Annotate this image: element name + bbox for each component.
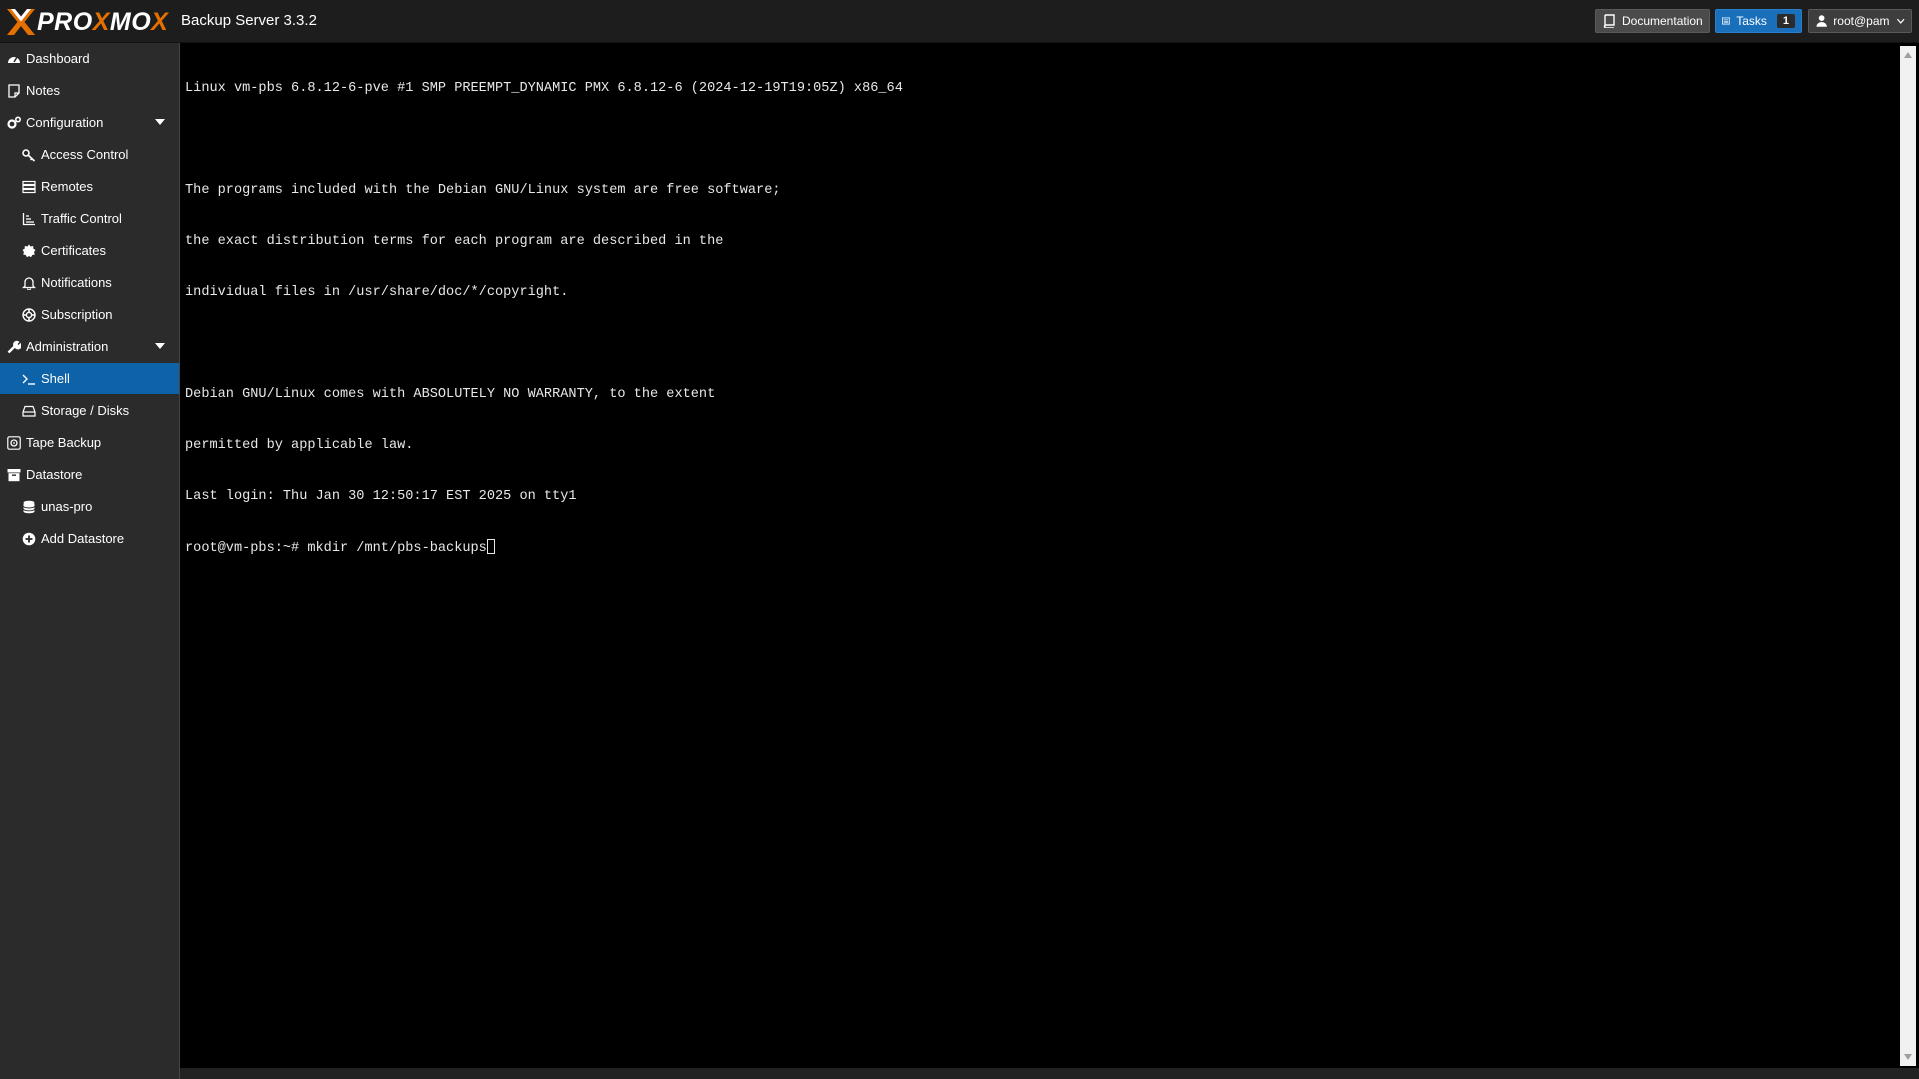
sidebar-item-configuration[interactable]: Configuration: [0, 107, 179, 138]
terminal-console[interactable]: Linux vm-pbs 6.8.12-6-pve #1 SMP PREEMPT…: [185, 46, 1895, 1066]
sidebar-item-label: Traffic Control: [41, 211, 122, 226]
sidebar-item-label: Dashboard: [26, 51, 90, 66]
sidebar-item-administration[interactable]: Administration: [0, 331, 179, 362]
bell-icon: [22, 276, 36, 290]
user-label: root@pam: [1833, 14, 1890, 28]
list-alt-icon: [1722, 17, 1731, 25]
terminal-scrollbar[interactable]: [1900, 46, 1916, 1066]
wrench-icon: [7, 340, 21, 353]
sidebar-item-label: Subscription: [41, 307, 113, 322]
archive-icon: [7, 468, 21, 481]
terminal-line: The programs included with the Debian GN…: [185, 183, 781, 198]
tape-icon: [7, 435, 21, 450]
logo-text-mo: MO: [109, 8, 152, 36]
sidebar-item-notifications[interactable]: Notifications: [0, 267, 179, 298]
sidebar-item-label: Datastore: [26, 467, 83, 482]
logo-text-x: X: [92, 8, 110, 36]
terminal-icon: [22, 374, 35, 385]
key-icon: [22, 148, 36, 162]
sidebar-item-storage-disks[interactable]: Storage / Disks: [0, 395, 179, 426]
terminal-cursor: [486, 539, 495, 554]
documentation-label: Documentation: [1622, 14, 1703, 28]
sidebar-item-access-control[interactable]: Access Control: [0, 139, 179, 170]
sidebar-item-add-datastore[interactable]: Add Datastore: [0, 523, 179, 554]
sidebar-item-label: Add Datastore: [41, 531, 125, 546]
terminal-line: Last login: Thu Jan 30 12:50:17 EST 2025…: [185, 489, 577, 504]
sidebar-item-label: Administration: [26, 339, 109, 354]
user-menu-button[interactable]: root@pam: [1808, 9, 1912, 33]
terminal-prompt-line[interactable]: root@vm-pbs:~# mkdir /mnt/pbs-backups: [185, 539, 1895, 556]
certificate-icon: [22, 244, 36, 257]
tasks-label: Tasks: [1736, 14, 1767, 28]
sidebar-item-traffic-control[interactable]: Traffic Control: [0, 203, 179, 234]
sidebar-item-label: Configuration: [26, 115, 104, 130]
sidebar-item-label: Notes: [26, 83, 60, 98]
sidebar-item-subscription[interactable]: Subscription: [0, 299, 179, 330]
logo-text-pro: PRO: [37, 8, 93, 36]
terminal-line: Linux vm-pbs 6.8.12-6-pve #1 SMP PREEMPT…: [185, 81, 903, 96]
scroll-up-arrow-icon[interactable]: [1903, 50, 1913, 60]
sidebar-item-notes[interactable]: Notes: [0, 75, 179, 106]
sidebar-item-label: Tape Backup: [26, 435, 102, 450]
support-icon: [22, 307, 36, 322]
tasks-count-badge: 1: [1776, 14, 1795, 28]
scroll-down-arrow-icon[interactable]: [1903, 1052, 1913, 1062]
terminal-line: permitted by applicable law.: [185, 438, 414, 453]
dashboard-icon: [8, 56, 20, 63]
proxmox-x-logo-icon: [7, 9, 35, 35]
book-icon: [1603, 14, 1615, 28]
sidebar-item-label: Certificates: [41, 243, 107, 258]
terminal-line: individual files in /usr/share/doc/*/cop…: [185, 285, 569, 300]
sidebar-item-label: Shell: [41, 371, 70, 386]
sidebar-item-tape-backup[interactable]: Tape Backup: [0, 427, 179, 458]
sidebar-item-label: Notifications: [41, 275, 112, 290]
sidebar-item-shell[interactable]: Shell: [0, 363, 179, 394]
traffic-chart-icon: [22, 212, 35, 225]
navigation-sidebar: Dashboard Notes Configuration Access Con…: [0, 43, 180, 1079]
sidebar-item-unas-pro[interactable]: unas-pro: [0, 491, 179, 522]
tasks-button[interactable]: Tasks 1: [1715, 9, 1802, 33]
caret-down-icon[interactable]: [155, 342, 165, 350]
notes-icon: [8, 83, 20, 98]
sidebar-item-datastore[interactable]: Datastore: [0, 459, 179, 490]
sidebar-item-label: Storage / Disks: [41, 403, 130, 418]
logo-wordmark: PROXMOX: [37, 9, 168, 35]
server-icon: [22, 180, 36, 193]
sidebar-item-certificates[interactable]: Certificates: [0, 235, 179, 266]
gears-icon: [7, 116, 21, 129]
sidebar-item-label: unas-pro: [41, 499, 93, 514]
plus-circle-icon: [22, 532, 36, 545]
sidebar-item-label: Access Control: [41, 147, 129, 162]
product-version: Backup Server 3.3.2: [181, 12, 317, 29]
proxmox-logo[interactable]: PROXMOX: [7, 9, 168, 35]
terminal-prompt: root@vm-pbs:~# mkdir /mnt/pbs-backups: [185, 541, 487, 556]
terminal-line: Debian GNU/Linux comes with ABSOLUTELY N…: [185, 387, 716, 402]
chevron-down-icon: [1896, 18, 1905, 24]
logo-text-x2: X: [151, 8, 169, 36]
sidebar-item-dashboard[interactable]: Dashboard: [0, 43, 179, 74]
terminal-line: the exact distribution terms for each pr…: [185, 234, 724, 249]
hdd-icon: [22, 405, 36, 417]
sidebar-item-label: Remotes: [41, 179, 94, 194]
documentation-button[interactable]: Documentation: [1595, 9, 1710, 33]
top-header: PROXMOX Backup Server 3.3.2 Documentatio…: [0, 0, 1919, 43]
sidebar-item-remotes[interactable]: Remotes: [0, 171, 179, 202]
database-icon: [23, 500, 35, 513]
user-icon: [1816, 15, 1827, 27]
caret-down-icon[interactable]: [155, 118, 165, 126]
terminal-bottom-border: [180, 1068, 1919, 1079]
